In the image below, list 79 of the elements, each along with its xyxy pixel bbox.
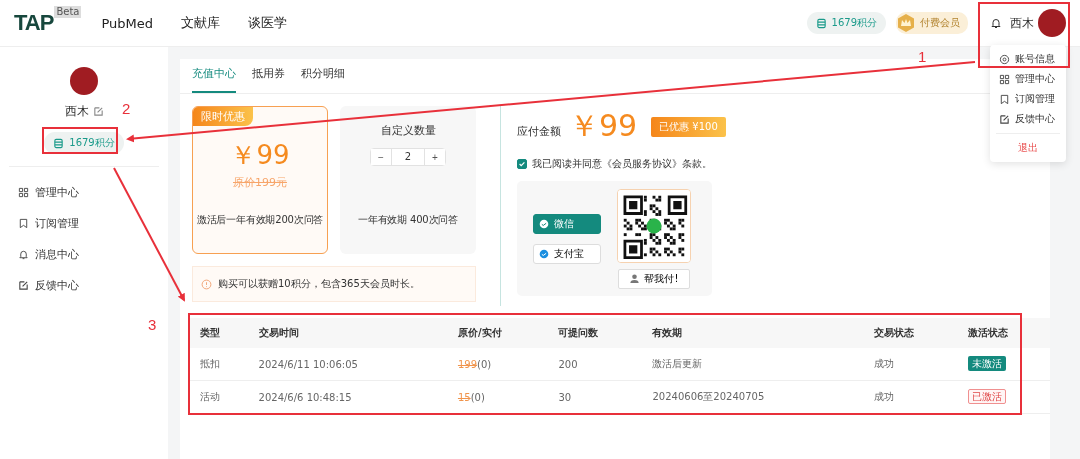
price: ￥99 xyxy=(230,139,290,172)
package-title: 自定义数量 xyxy=(380,123,436,138)
column-header: 有效期 xyxy=(640,318,862,348)
grid-icon xyxy=(999,73,1010,85)
column-header: 可提问数 xyxy=(546,318,641,348)
settings-icon xyxy=(999,53,1010,65)
chat-icon xyxy=(539,218,549,229)
table-cell: 成功 xyxy=(861,348,956,381)
annotation-number: 3 xyxy=(148,316,157,333)
edit-icon xyxy=(18,280,29,291)
menu-item[interactable]: 账号信息 xyxy=(990,49,1066,69)
bell-icon xyxy=(18,249,29,260)
table-cell: 199(0) xyxy=(457,358,492,370)
table-cell: 20240606至20240705 xyxy=(640,380,862,414)
bell-icon[interactable] xyxy=(990,17,1002,29)
logo[interactable]: TAP xyxy=(14,10,54,36)
table-cell: 激活后更新 xyxy=(640,348,862,381)
annotation-number: 2 xyxy=(122,100,131,117)
package-card[interactable]: 限时优惠 ￥99 原价199元 激活后一年有效期200次问答 xyxy=(192,106,328,254)
crown-icon xyxy=(896,13,916,33)
nav-link[interactable]: PubMed xyxy=(101,15,153,31)
sidebar-item[interactable]: 管理中心 xyxy=(0,177,168,208)
original-price: 原价199元 xyxy=(233,175,287,190)
nav-link[interactable]: 文献库 xyxy=(181,14,220,32)
column-header: 类型 xyxy=(188,318,247,348)
table-cell: 200 xyxy=(546,348,641,381)
coins-icon xyxy=(815,17,827,29)
grid-icon xyxy=(18,187,29,198)
sidebar-item[interactable]: 订阅管理 xyxy=(0,208,168,239)
tab[interactable]: 充值中心 xyxy=(192,66,236,93)
avatar xyxy=(70,67,98,95)
menu-item[interactable]: 订阅管理 xyxy=(990,89,1066,109)
checkbox[interactable] xyxy=(517,159,527,169)
status-badge: 未激活 xyxy=(967,356,1006,371)
discount-badge: 已优惠 ¥100 xyxy=(651,117,726,137)
table-cell: 2024/6/11 10:06:05 xyxy=(246,348,446,381)
tab[interactable]: 积分明细 xyxy=(301,66,345,93)
avatar[interactable] xyxy=(1038,9,1066,37)
nav-link[interactable]: 谈医学 xyxy=(248,14,287,32)
username: 西木 xyxy=(64,103,89,120)
table-cell: 15(0) xyxy=(457,391,485,403)
menu-item[interactable]: 反馈中心 xyxy=(990,109,1066,129)
column-header: 激活状态 xyxy=(955,318,1050,348)
table-cell: 成功 xyxy=(861,380,956,414)
coins-icon xyxy=(53,137,65,149)
status-badge: 已激活 xyxy=(967,389,1006,404)
logout-link[interactable]: 退出 xyxy=(990,138,1066,158)
menu-item[interactable]: 管理中心 xyxy=(990,69,1066,89)
package-card[interactable]: 自定义数量 − 2 + 一年有效期 400次问答 xyxy=(340,106,476,254)
edit-icon xyxy=(999,113,1010,125)
beta-badge: Beta xyxy=(54,6,82,18)
package-description: 激活后一年有效期200次问答 xyxy=(196,213,324,227)
amount-label: 应付金额 xyxy=(517,124,561,139)
offer-tag: 限时优惠 xyxy=(193,107,253,126)
table-cell: 2024/6/6 10:48:15 xyxy=(246,380,446,414)
bookmark-icon xyxy=(18,218,29,229)
amount: ￥99 xyxy=(569,107,638,145)
tab[interactable]: 抵用券 xyxy=(252,66,285,93)
payment-method-button[interactable]: 支付宝 xyxy=(533,243,601,264)
table-cell: 活动 xyxy=(188,380,247,414)
username[interactable]: 西木 xyxy=(1010,14,1034,32)
package-description: 一年有效期 400次问答 xyxy=(358,213,458,227)
bookmark-icon xyxy=(999,93,1010,105)
column-header: 交易状态 xyxy=(861,318,956,348)
person-icon xyxy=(629,273,641,284)
sidebar-item[interactable]: 反馈中心 xyxy=(0,270,168,301)
help-pay-button[interactable]: 帮我付! xyxy=(618,268,690,289)
payment-icon xyxy=(539,248,549,259)
table-cell: 30 xyxy=(546,380,641,414)
annotation-number: 1 xyxy=(918,48,927,65)
column-header: 原价/实付 xyxy=(445,318,547,348)
table-cell: 抵扣 xyxy=(188,348,247,381)
info-icon xyxy=(201,278,212,290)
payment-method-button[interactable]: 微信 xyxy=(533,213,601,234)
edit-icon[interactable] xyxy=(92,106,104,117)
notice-text: 购买可以获赠10积分，包含365天会员时长。 xyxy=(218,277,420,291)
column-header: 交易时间 xyxy=(246,318,446,348)
agreement-text: 我已阅读并同意《会员服务协议》条款。 xyxy=(532,157,712,171)
sidebar-item[interactable]: 消息中心 xyxy=(0,239,168,270)
